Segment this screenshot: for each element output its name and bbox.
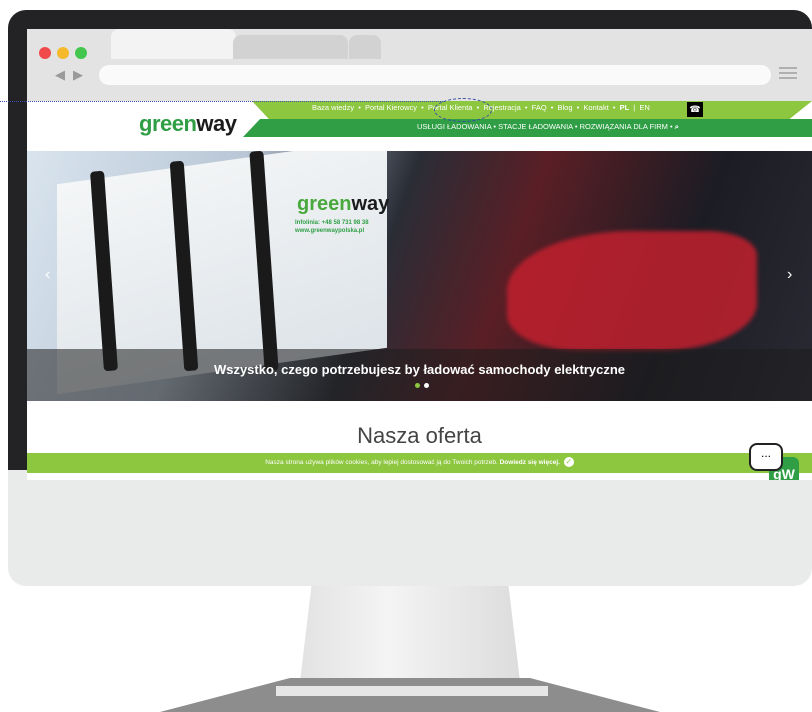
nav-blog[interactable]: Blog — [558, 103, 573, 112]
nav-faq[interactable]: FAQ — [532, 103, 547, 112]
site-header: greenway Baza wiedzy • Portal Kierowcy •… — [27, 98, 812, 151]
car-image — [507, 231, 757, 351]
nav-kontakt[interactable]: Kontakt — [583, 103, 608, 112]
section-title: Nasza oferta — [357, 423, 482, 448]
station-info-phone: Infolinia: +48 58 731 98 38 — [295, 220, 369, 226]
hero-caption: Wszystko, czego potrzebujesz by ładować … — [213, 362, 626, 377]
phone-icon[interactable]: ☎ — [687, 102, 703, 117]
lang-pl[interactable]: PL — [620, 103, 630, 112]
browser-chrome: ◀ ▶ — [27, 29, 812, 101]
annotation-pointer-line — [0, 101, 445, 102]
nav-separator: • — [524, 103, 528, 112]
nav-portal-kierowcy[interactable]: Portal Kierowcy — [365, 103, 417, 112]
nav-rozwiazania-dla-firm[interactable]: ROZWIĄZANIA DLA FIRM — [580, 122, 668, 131]
address-bar[interactable] — [99, 65, 771, 85]
monitor-screen: ◀ ▶ greenway Baza wiedzy • Portal Kierow… — [27, 29, 812, 480]
nav-uslugi-ladowania[interactable]: USŁUGI ŁADOWANIA — [417, 122, 491, 131]
site-logo[interactable]: greenway — [139, 111, 237, 137]
main-nav: USŁUGI ŁADOWANIA • STACJE ŁADOWANIA • RO… — [417, 122, 679, 132]
nav-separator: • — [576, 103, 580, 112]
slider-next-arrow[interactable]: › — [787, 266, 792, 284]
monitor-frame: ◀ ▶ greenway Baza wiedzy • Portal Kierow… — [8, 10, 812, 586]
nav-separator: • — [670, 122, 673, 131]
cookie-banner: Nasza strona używa plików cookies, aby l… — [27, 453, 812, 473]
browser-tab[interactable] — [233, 35, 348, 59]
lang-divider: | — [633, 103, 636, 112]
station-logo-prefix: green — [297, 193, 352, 215]
chat-bubble-icon[interactable]: ... — [749, 443, 783, 471]
forward-button[interactable]: ▶ — [73, 67, 83, 83]
browser-tab-active[interactable] — [111, 29, 236, 59]
hero-slider: greenway Infolinia: +48 58 731 98 38 www… — [27, 151, 812, 401]
monitor-stand-base-top — [276, 686, 548, 696]
station-info: Infolinia: +48 58 731 98 38 www.greenway… — [295, 219, 369, 235]
cookie-text: Nasza strona używa plików cookies, aby l… — [265, 459, 498, 466]
station-logo-suffix: way — [351, 193, 390, 215]
back-button[interactable]: ◀ — [55, 67, 65, 83]
nav-separator: • — [421, 103, 424, 112]
nav-separator: • — [493, 122, 497, 131]
station-logo: greenway — [297, 193, 389, 216]
browser-menu-icon[interactable] — [779, 67, 797, 81]
nav-separator: • — [550, 103, 554, 112]
slider-prev-arrow[interactable]: ‹ — [45, 266, 50, 284]
station-info-url: www.greenwaypolska.pl — [295, 228, 365, 234]
lang-en[interactable]: EN — [639, 103, 649, 112]
cookie-more-link[interactable]: Dowiedz się więcej. — [500, 459, 560, 466]
nav-baza-wiedzy[interactable]: Baza wiedzy — [312, 103, 354, 112]
search-icon[interactable]: ⌕ — [675, 122, 679, 131]
cookie-accept-check-icon[interactable]: ✓ — [563, 457, 574, 468]
close-window-dot[interactable] — [39, 47, 51, 59]
slider-dot[interactable] — [424, 383, 429, 388]
slider-dot-active[interactable] — [415, 383, 420, 388]
nav-separator: • — [574, 122, 578, 131]
maximize-window-dot[interactable] — [75, 47, 87, 59]
logo-suffix: way — [196, 111, 237, 136]
nav-stacje-ladowania[interactable]: STACJE ŁADOWANIA — [498, 122, 573, 131]
nav-separator: • — [358, 103, 361, 112]
new-tab-button[interactable] — [349, 35, 381, 59]
nav-separator: • — [612, 103, 616, 112]
logo-prefix: green — [139, 111, 197, 136]
minimize-window-dot[interactable] — [57, 47, 69, 59]
website: greenway Baza wiedzy • Portal Kierowcy •… — [27, 98, 812, 480]
